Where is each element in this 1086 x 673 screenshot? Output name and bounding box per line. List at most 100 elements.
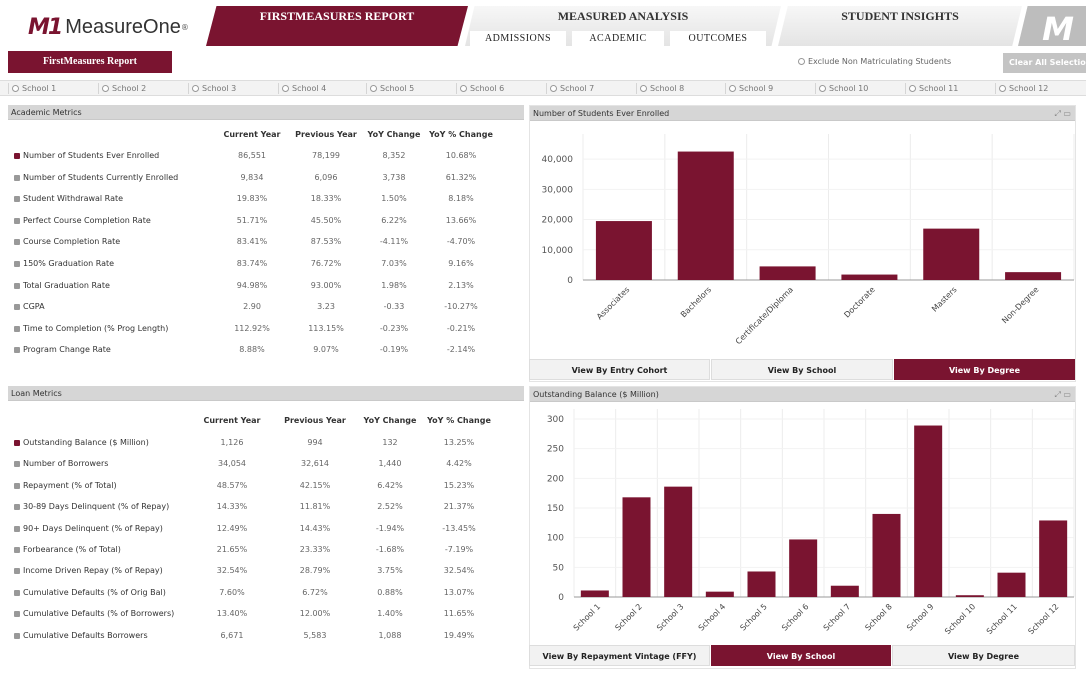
metric-row[interactable]: Perfect Course Completion Rate 51.71% 45.5… xyxy=(14,216,514,228)
metric-bullet-icon[interactable] xyxy=(14,440,20,446)
view-by-school-button[interactable]: View By School xyxy=(711,645,891,666)
school-filter-option[interactable]: School 7 xyxy=(546,83,594,94)
chart-bar[interactable] xyxy=(997,572,1026,597)
radio-icon[interactable] xyxy=(282,85,289,92)
chart-bar[interactable] xyxy=(914,425,943,597)
school-filter-option[interactable]: School 11 xyxy=(905,83,958,94)
metric-row[interactable]: Number of Borrowers 34,054 32,614 1,440 4.42… xyxy=(14,459,514,471)
view-by-degree-button[interactable]: View By Degree xyxy=(892,645,1075,666)
radio-icon[interactable] xyxy=(370,85,377,92)
metric-row[interactable]: Program Change Rate 8.88% 9.07% -0.19% -2.14… xyxy=(14,345,514,357)
school-filter-option[interactable]: School 4 xyxy=(278,83,326,94)
chart-bar[interactable] xyxy=(705,591,734,597)
chart-bar[interactable] xyxy=(747,571,776,597)
radio-icon[interactable] xyxy=(729,85,736,92)
metric-bullet-icon[interactable] xyxy=(14,217,20,224)
firstmeasures-report-button[interactable]: FirstMeasures Report xyxy=(8,51,172,73)
metric-row[interactable]: Cumulative Defaults (% of Orig Bal) 7.60%… xyxy=(14,588,514,600)
chart-bar[interactable] xyxy=(1005,272,1062,280)
metric-row[interactable]: Income Driven Repay (% of Repay) 32.54% 28… xyxy=(14,566,514,578)
radio-icon[interactable] xyxy=(999,85,1006,92)
chart-bar[interactable] xyxy=(1039,520,1068,597)
chart-bar[interactable] xyxy=(622,497,651,597)
chart-bar[interactable] xyxy=(830,585,859,597)
metric-row[interactable]: Cumulative Defaults Borrowers 6,671 5,583 1… xyxy=(14,631,514,643)
metric-row[interactable]: Outstanding Balance ($ Million) 1,126 994 1… xyxy=(14,438,514,450)
metric-bullet-icon[interactable] xyxy=(14,504,20,511)
view-by-degree-button[interactable]: View By Degree xyxy=(894,359,1075,380)
metric-bullet-icon[interactable] xyxy=(14,153,20,159)
metric-row[interactable]: Number of Students Ever Enrolled 86,551 78… xyxy=(14,151,514,163)
radio-icon[interactable] xyxy=(102,85,109,92)
tab-firstmeasures-report[interactable]: FIRSTMEASURES REPORT xyxy=(206,6,468,46)
metric-bullet-icon[interactable] xyxy=(14,568,20,575)
radio-icon[interactable] xyxy=(460,85,467,92)
school-filter-option[interactable]: School 6 xyxy=(456,83,504,94)
panel-export-icon[interactable]: ⤢ ▭ xyxy=(1054,390,1071,400)
school-filter-option[interactable]: School 9 xyxy=(725,83,773,94)
chart-bar[interactable] xyxy=(955,595,984,597)
view-by-repayment-vintage-button[interactable]: View By Repayment Vintage (FFY) xyxy=(529,645,710,666)
chart-bar[interactable] xyxy=(841,274,898,280)
metric-row[interactable]: 150% Graduation Rate 83.74% 76.72% 7.03% 9.1… xyxy=(14,259,514,271)
metric-bullet-icon[interactable] xyxy=(14,547,20,553)
chart-bar[interactable] xyxy=(923,228,980,280)
school-filter-option[interactable]: School 10 xyxy=(815,83,868,94)
metric-bullet-icon[interactable] xyxy=(14,325,20,332)
chart-bar[interactable] xyxy=(595,221,652,280)
school-filter-option[interactable]: School 2 xyxy=(98,83,146,94)
metric-row[interactable]: Student Withdrawal Rate 19.83% 18.33% 1.50%… xyxy=(14,194,514,206)
school-filter-option[interactable]: School 1 xyxy=(8,83,56,94)
metric-bullet-icon[interactable] xyxy=(14,174,20,181)
metric-row[interactable]: Number of Students Currently Enrolled 9,8… xyxy=(14,173,514,185)
metric-row[interactable]: Forbearance (% of Total) 21.65% 23.33% -1.6… xyxy=(14,545,514,557)
metric-bullet-icon[interactable] xyxy=(14,239,20,246)
school-filter-option[interactable]: School 5 xyxy=(366,83,414,94)
subtab-admissions[interactable]: ADMISSIONS xyxy=(470,31,566,46)
metric-bullet-icon[interactable] xyxy=(14,632,20,639)
subtab-academic[interactable]: ACADEMIC xyxy=(572,31,664,46)
metric-row[interactable]: Repayment (% of Total) 48.57% 42.15% 6.42% 1… xyxy=(14,481,514,493)
radio-icon[interactable] xyxy=(640,85,647,92)
chart-bar[interactable] xyxy=(677,151,734,280)
chart-bar[interactable] xyxy=(789,539,818,597)
tab-student-insights[interactable]: STUDENT INSIGHTS xyxy=(778,6,1022,46)
metric-row[interactable]: Total Graduation Rate 94.98% 93.00% 1.98% 2.… xyxy=(14,281,514,293)
chart-bar[interactable] xyxy=(580,590,609,597)
metric-bullet-icon[interactable] xyxy=(14,261,20,267)
metric-bullet-icon[interactable] xyxy=(14,589,20,596)
exclude-non-matriculating-option[interactable]: Exclude Non Matriculating Students xyxy=(798,57,951,66)
metric-row[interactable]: Time to Completion (% Prog Length) 112.92… xyxy=(14,324,514,336)
view-by-school-button[interactable]: View By School xyxy=(711,359,893,380)
radio-icon[interactable] xyxy=(798,58,805,65)
metric-bullet-icon[interactable] xyxy=(14,304,20,311)
metric-bullet-icon[interactable] xyxy=(14,525,20,532)
school-filter-option[interactable]: School 12 xyxy=(995,83,1048,94)
chart-bar[interactable] xyxy=(759,266,816,280)
metric-row[interactable]: CGPA 2.90 3.23 -0.33 -10.27% xyxy=(14,302,514,314)
view-by-entry-cohort-button[interactable]: View By Entry Cohort xyxy=(529,359,710,380)
radio-icon[interactable] xyxy=(192,85,199,92)
metric-row[interactable]: 90+ Days Delinquent (% of Repay) 12.49% 14… xyxy=(14,524,514,536)
measureone-logo[interactable]: M1 MeasureOne ® xyxy=(28,14,189,40)
radio-icon[interactable] xyxy=(550,85,557,92)
school-filter-option[interactable]: School 3 xyxy=(188,83,236,94)
metric-row[interactable]: Cumulative Defaults (% of Borrowers) 13.4… xyxy=(14,609,514,621)
metric-bullet-icon[interactable] xyxy=(14,461,20,468)
metric-bullet-icon[interactable] xyxy=(14,282,20,289)
metric-bullet-icon[interactable] xyxy=(14,196,20,203)
metric-row[interactable]: 30-89 Days Delinquent (% of Repay) 14.33%… xyxy=(14,502,514,514)
subtab-outcomes[interactable]: OUTCOMES xyxy=(670,31,766,46)
chart-bar[interactable] xyxy=(664,486,693,597)
metric-row[interactable]: Course Completion Rate 83.41% 87.53% -4.11%… xyxy=(14,237,514,249)
metric-bullet-icon[interactable] xyxy=(14,611,20,618)
radio-icon[interactable] xyxy=(12,85,19,92)
radio-icon[interactable] xyxy=(909,85,916,92)
metric-bullet-icon[interactable] xyxy=(14,347,20,354)
chart-bar[interactable] xyxy=(872,513,901,597)
panel-export-icon[interactable]: ⤢ ▭ xyxy=(1054,109,1071,119)
school-filter-option[interactable]: School 8 xyxy=(636,83,684,94)
metric-bullet-icon[interactable] xyxy=(14,482,20,489)
radio-icon[interactable] xyxy=(819,85,826,92)
clear-all-selections-button[interactable]: Clear All Selections xyxy=(1003,53,1086,73)
